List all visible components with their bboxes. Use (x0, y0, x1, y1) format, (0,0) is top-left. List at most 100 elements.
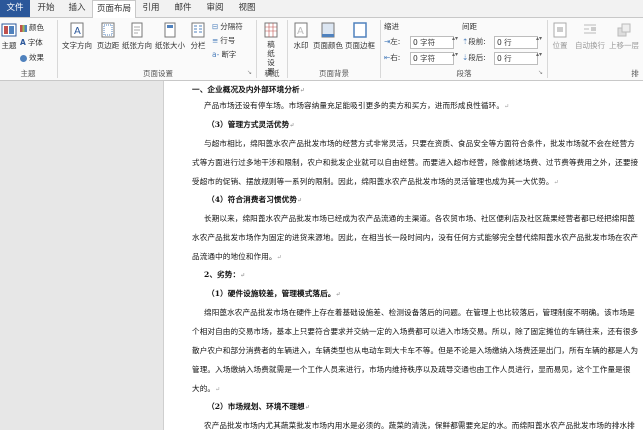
effects-label: 效果 (29, 53, 44, 62)
doc-line: 散户农户和部分消费者的车辆进入，车辆类型也从电动车到大卡车不等。但是不论是入场缴… (192, 346, 639, 355)
text-direction-label: 文字方向 (62, 41, 92, 50)
tab-file[interactable]: 文件 (0, 0, 30, 17)
spacing-title: 间距 (462, 22, 477, 31)
columns-icon (191, 22, 205, 38)
spacing-before-input[interactable]: 0 行 (494, 36, 538, 49)
size-button[interactable]: 纸张大小 (154, 22, 186, 51)
colors-label: 颜色 (29, 23, 44, 32)
doc-line: 与超市相比，绵阳蓖水农产品批发市场的经营方式非常灵活，只要在资质、食品安全等方面… (204, 139, 635, 148)
margins-icon (101, 22, 115, 38)
group-label-page-setup: 页面设置 (143, 69, 173, 78)
theme-label: 主题 (1, 41, 17, 50)
wrap-text-icon (584, 24, 596, 34)
page-color-button[interactable]: 页面颜色 (313, 22, 343, 51)
tab-insert[interactable]: 插入 (62, 0, 92, 17)
text-direction-button[interactable]: A 文字方向 (60, 22, 94, 51)
doc-line: 品流通中的地位和作用。↵ (192, 252, 282, 261)
spinner-icon[interactable]: ▴▾ (452, 35, 458, 42)
wrap-text-button[interactable]: 自动换行 (573, 22, 607, 51)
fonts-label: 字体 (27, 38, 43, 47)
margins-label: 页边距 (96, 41, 120, 50)
line-numbers-icon: ≡ (212, 36, 219, 45)
hyphenation-button[interactable]: a- 断字 (212, 49, 236, 60)
orientation-icon (131, 22, 143, 38)
tab-view[interactable]: 视图 (232, 0, 262, 17)
doc-line: 受超市的促销、摆放规则等一系列的限制。因此，绵阳蓖水农产品批发市场的灵活管理也成… (192, 177, 559, 186)
page-size-icon (164, 22, 176, 38)
tab-home[interactable]: 开始 (30, 0, 62, 17)
position-icon (553, 22, 567, 38)
doc-heading: 一、企业概况及内外部环境分析↵ (192, 85, 305, 94)
doc-subheading: （1）硬件设施较差，管理模式落后。↵ (207, 289, 341, 298)
position-label: 位置 (552, 41, 568, 50)
spacing-after-input[interactable]: 0 行 (494, 52, 538, 65)
breaks-button[interactable]: ⊟ 分隔符 (212, 21, 243, 32)
orientation-button[interactable]: 纸张方向 (121, 22, 153, 51)
columns-button[interactable]: 分栏 (187, 22, 209, 51)
doc-line: 长期以来，绵阳蓖水农产品批发市场已经成为农产品流通的主渠道。各农贸市场、社区便利… (204, 214, 635, 223)
theme-button[interactable]: 主题 (0, 22, 18, 51)
text-direction-icon: A (70, 22, 84, 38)
theme-fonts-button[interactable]: A 字体 (20, 37, 43, 48)
watermark-icon: A (294, 22, 308, 38)
doc-line: 大的。↵ (192, 384, 221, 393)
separator (547, 20, 548, 78)
svg-text:A: A (74, 26, 81, 37)
position-button[interactable]: 位置 (549, 22, 571, 51)
breaks-label: 分隔符 (220, 22, 243, 31)
group-label-paragraph: 段落 (456, 69, 472, 78)
document-page[interactable]: 一、企业概况及内外部环境分析↵ 产品市场还设有停车场。市场容纳量充足能吸引更多的… (163, 81, 643, 430)
colors-icon (20, 24, 27, 32)
separator (287, 20, 288, 78)
columns-label: 分栏 (190, 41, 206, 50)
bring-forward-label: 上移一层 (609, 41, 639, 50)
tab-references[interactable]: 引用 (136, 0, 166, 17)
doc-line: 产品市场还设有停车场。市场容纳量充足能吸引更多的卖方和买方，进而形成良性循环。↵ (204, 101, 510, 110)
separator (380, 20, 381, 78)
spinner-icon[interactable]: ▴▾ (452, 51, 458, 58)
line-numbers-label: 行号 (220, 36, 236, 45)
line-numbers-button[interactable]: ≡ 行号 (212, 35, 235, 46)
hyphenation-label: 断字 (221, 50, 237, 59)
doc-line: 农产品批发市场内尤其蔬菜批发市场内用水是必须的。蔬菜的清洗，保鲜都需要充足的水。… (204, 421, 635, 430)
group-label-manuscript: 稿纸 (264, 69, 280, 78)
group-label-page-background: 页面背景 (319, 69, 349, 78)
breaks-icon: ⊟ (212, 22, 219, 31)
dialog-launcher-icon[interactable]: ↘ (247, 69, 252, 76)
page-color-label: 页面颜色 (313, 41, 343, 50)
effects-icon (20, 54, 27, 62)
orientation-label: 纸张方向 (122, 41, 152, 50)
tab-page-layout[interactable]: 页面布局 (92, 0, 136, 18)
page-borders-button[interactable]: 页面边框 (344, 22, 376, 51)
doc-subheading: （4）符合消费者习惯优势↵ (207, 195, 303, 204)
bring-forward-button[interactable]: 上移一层 (607, 22, 641, 51)
doc-line: 管理。入场缴纳入场费就需是一个工作人员来进行，市场内维持秩序以及疏导交通也由工作… (192, 365, 631, 374)
tab-review[interactable]: 审阅 (200, 0, 230, 17)
page-color-icon (321, 22, 335, 38)
spacing-after-label: ⇣段后: (462, 53, 486, 62)
doc-line: 水农产品批发市场作为固定的进货来源地。因此，在相当长一段时间内，没有任何方式能够… (192, 233, 639, 242)
page-borders-label: 页面边框 (345, 41, 375, 50)
ribbon-panel: 主题 颜色 A 字体 效果 主题 A 文字方向 页边距 纸张方向 纸张大小 分栏 … (0, 18, 643, 81)
watermark-label: 水印 (293, 41, 309, 50)
page-borders-icon (353, 22, 367, 38)
doc-subheading: 2、劣势：↵ (204, 270, 246, 279)
theme-colors-button[interactable]: 颜色 (20, 22, 44, 33)
theme-icon (1, 23, 17, 37)
ribbon-tab-bar: 文件 开始 插入 页面布局 引用 邮件 审阅 视图 (0, 0, 643, 18)
indent-left-input[interactable]: 0 字符 (410, 36, 454, 49)
svg-text:A: A (297, 26, 304, 37)
spinner-icon[interactable]: ▴▾ (536, 51, 542, 58)
doc-line: 绵阳蓖水农产品批发市场在硬件上存在着基础设施差、检测设备落后的问题。在管理上也比… (204, 308, 635, 317)
spinner-icon[interactable]: ▴▾ (536, 35, 542, 42)
indent-right-input[interactable]: 0 字符 (410, 52, 454, 65)
watermark-button[interactable]: A 水印 (290, 22, 312, 51)
fonts-icon: A (20, 38, 26, 47)
indent-left-label: ⇥左: (384, 37, 401, 46)
doc-line: 个相对自由的交易市场，基本上只要符合要求并交纳一定的入场费都可以进入市场交易。所… (192, 327, 639, 336)
theme-effects-button[interactable]: 效果 (20, 52, 44, 63)
separator (57, 20, 58, 78)
tab-mailings[interactable]: 邮件 (168, 0, 198, 17)
margins-button[interactable]: 页边距 (95, 22, 121, 51)
dialog-launcher-icon[interactable]: ↘ (538, 69, 543, 76)
